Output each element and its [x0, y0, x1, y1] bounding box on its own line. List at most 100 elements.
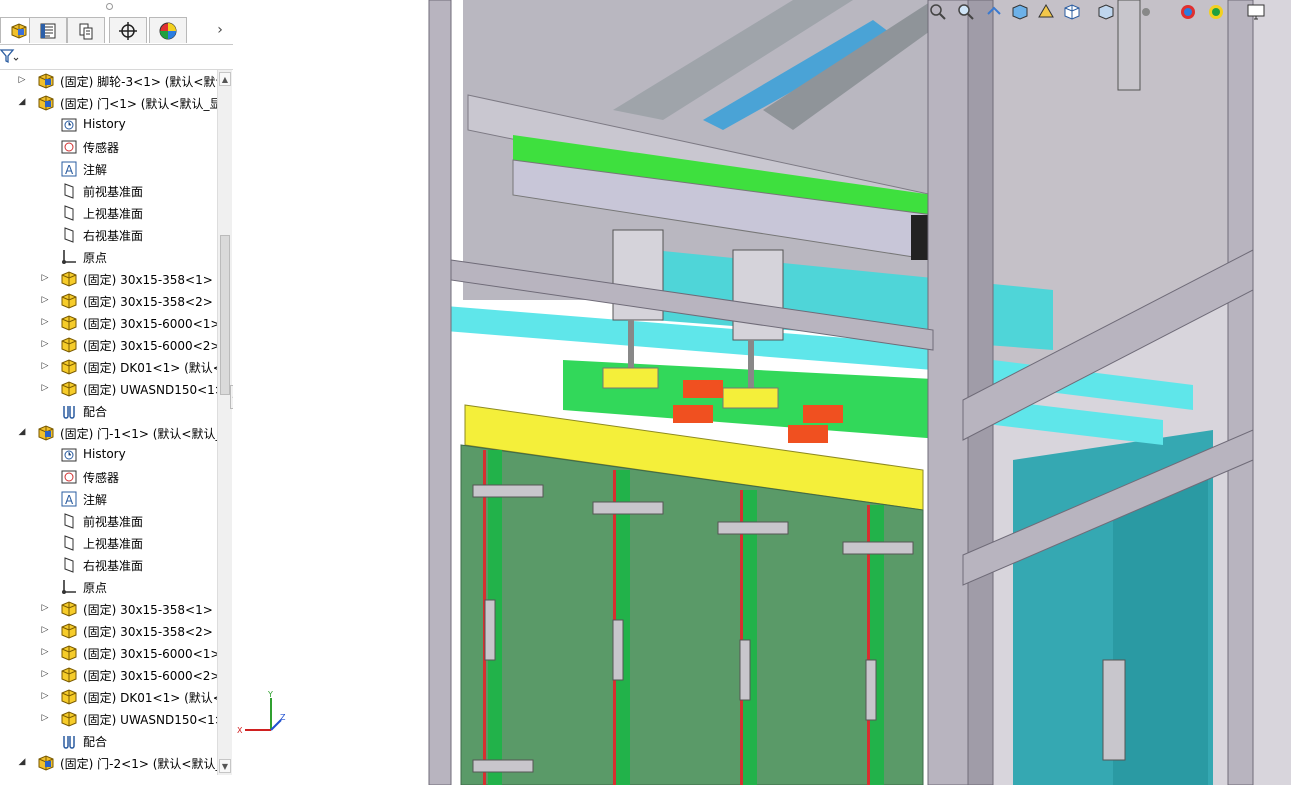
frame-column-right [1227, 0, 1254, 785]
tree-item[interactable]: 上视基准面 [0, 532, 217, 554]
tree-item[interactable]: ▷ (固定) UWASND150<1> [0, 708, 217, 730]
expand-arrow-icon[interactable]: ▷ [40, 690, 50, 702]
tree-item[interactable]: 传感器 [0, 466, 217, 488]
tree-item[interactable]: A 注解 [0, 158, 217, 180]
view-settings-monitor-icon[interactable] [1246, 2, 1266, 22]
tree-item[interactable]: 传感器 [0, 136, 217, 158]
apply-scene-icon[interactable] [1206, 2, 1226, 22]
tree-item[interactable]: 配合 [0, 400, 217, 422]
collapse-arrow-icon[interactable]: ◢ [17, 96, 27, 108]
tree-item[interactable]: History [0, 114, 217, 136]
tree-item-label: (固定) DK01<1> (默认< [83, 361, 217, 375]
dynamic-annotation-icon[interactable] [1036, 2, 1056, 22]
tree-item[interactable]: 配合 [0, 730, 217, 752]
tab-display-manager[interactable] [149, 17, 187, 43]
tree-item[interactable]: 上视基准面 [0, 202, 217, 224]
expand-arrow-icon[interactable]: ▷ [40, 316, 50, 328]
display-manager-icon [159, 22, 177, 39]
tree-item[interactable]: ▷ (固定) 30x15-6000<2> [0, 334, 217, 356]
panel-grip[interactable] [0, 0, 233, 14]
previous-view-icon[interactable] [984, 2, 1004, 22]
tree-item[interactable]: ▷ (固定) UWASND150<1> [0, 378, 217, 400]
tree-item[interactable]: ▷ (固定) DK01<1> (默认< [0, 686, 217, 708]
tree-item-label: (固定) DK01<1> (默认< [83, 691, 217, 705]
tree-item[interactable]: ◢ (固定) 门-2<1> (默认<默认_ [0, 752, 217, 774]
tree-item[interactable]: ▷ (固定) 30x15-6000<1> [0, 312, 217, 334]
triad-x-label: X [237, 726, 243, 735]
part-icon [60, 270, 78, 288]
tree-item[interactable]: 右视基准面 [0, 554, 217, 576]
scroll-down-arrow-icon[interactable]: ▼ [219, 759, 231, 773]
scroll-up-arrow-icon[interactable]: ▲ [219, 72, 231, 86]
view-orientation-icon[interactable] [1062, 2, 1082, 22]
triad-z-label: Z [280, 713, 286, 722]
tree-item-label: (固定) 30x15-358<1> (默 [83, 603, 217, 617]
latch-4 [842, 541, 914, 555]
collapse-arrow-icon[interactable]: ◢ [17, 756, 27, 768]
edit-appearance-icon[interactable] [1178, 2, 1198, 22]
tree-item[interactable]: A 注解 [0, 488, 217, 510]
tree-scrollbar[interactable]: ▲ ▼ [217, 70, 232, 775]
expand-arrow-icon[interactable]: ▷ [40, 646, 50, 658]
tree-filter[interactable] [0, 45, 233, 70]
tree-item-label: (固定) 门-2<1> (默认<默认_ [60, 757, 217, 771]
tree-item-label: (固定) UWASND150<1> [83, 713, 217, 727]
expand-arrow-icon[interactable]: ▷ [40, 668, 50, 680]
expand-arrow-icon[interactable]: ▷ [40, 712, 50, 724]
latch-2 [592, 501, 664, 515]
tree-item[interactable]: ▷ (固定) 30x15-6000<2> [0, 664, 217, 686]
handle-3 [739, 639, 751, 701]
tree-item[interactable]: 前视基准面 [0, 180, 217, 202]
expand-arrow-icon[interactable]: ▷ [40, 624, 50, 636]
zoom-to-area-icon[interactable] [956, 2, 976, 22]
gripper-right [722, 387, 779, 409]
triad-y-label: Y [267, 690, 273, 699]
scroll-thumb[interactable] [220, 235, 230, 395]
display-style-icon[interactable] [1096, 2, 1116, 22]
tree-item[interactable]: 右视基准面 [0, 224, 217, 246]
tree-item[interactable]: ▷ (固定) 30x15-6000<1> [0, 642, 217, 664]
part-icon [60, 622, 78, 640]
tree-item-label: 传感器 [83, 141, 120, 155]
tree-item-label: 配合 [83, 405, 108, 419]
crosshair-icon [119, 21, 137, 40]
tab-dimxpert-manager[interactable] [109, 17, 147, 43]
expand-arrow-icon[interactable]: ▷ [40, 382, 50, 394]
tree-item[interactable]: ▷ (固定) 30x15-358<2> (默 [0, 290, 217, 312]
expand-arrow-icon[interactable]: ▷ [40, 602, 50, 614]
tree-item[interactable]: History [0, 444, 217, 466]
part-icon [60, 292, 78, 310]
graphics-viewport[interactable] [233, 0, 1291, 785]
hide-show-items-icon[interactable] [1136, 2, 1156, 22]
tree-item[interactable]: ▷ (固定) 脚轮-3<1> (默认<默认 [0, 70, 217, 92]
zoom-to-fit-icon[interactable] [928, 2, 948, 22]
tree-item[interactable]: ▷ (固定) 30x15-358<1> (默 [0, 268, 217, 290]
tree-item-label: 上视基准面 [83, 537, 144, 551]
expand-arrow-icon[interactable]: ▷ [40, 360, 50, 372]
door-handle-right [1102, 659, 1126, 761]
tab-configuration-manager[interactable] [67, 17, 105, 43]
tree-item[interactable]: ◢ (固定) 门<1> (默认<默认_显 [0, 92, 217, 114]
tree-item[interactable]: ▷ (固定) 30x15-358<2> (默 [0, 620, 217, 642]
tree-item-label: (固定) 30x15-358<1> (默 [83, 273, 217, 287]
expand-arrow-icon[interactable]: ▷ [40, 294, 50, 306]
feature-manager-icon [11, 22, 27, 39]
tree-item[interactable]: 原点 [0, 246, 217, 268]
tree-item[interactable]: 前视基准面 [0, 510, 217, 532]
expand-arrow-icon[interactable]: ▷ [40, 338, 50, 350]
red-block-2 [803, 405, 843, 423]
tree-item-label: (固定) 脚轮-3<1> (默认<默认 [60, 75, 217, 89]
tabs-more-chevron-icon[interactable]: › [212, 21, 228, 39]
section-view-icon[interactable] [1010, 2, 1030, 22]
tree-item[interactable]: 原点 [0, 576, 217, 598]
collapse-arrow-icon[interactable]: ◢ [17, 426, 27, 438]
tree-item[interactable]: ◢ (固定) 门-1<1> (默认<默认_ [0, 422, 217, 444]
tree-item-label: 上视基准面 [83, 207, 144, 221]
tree-item[interactable]: ▷ (固定) DK01<1> (默认< [0, 356, 217, 378]
expand-arrow-icon[interactable]: ▷ [17, 74, 27, 86]
tab-property-manager[interactable] [29, 17, 67, 43]
panel-tabs: › [0, 17, 233, 45]
tree-item[interactable]: ▷ (固定) 30x15-358<1> (默 [0, 598, 217, 620]
expand-arrow-icon[interactable]: ▷ [40, 272, 50, 284]
assembly-3d-model[interactable] [233, 0, 1291, 785]
